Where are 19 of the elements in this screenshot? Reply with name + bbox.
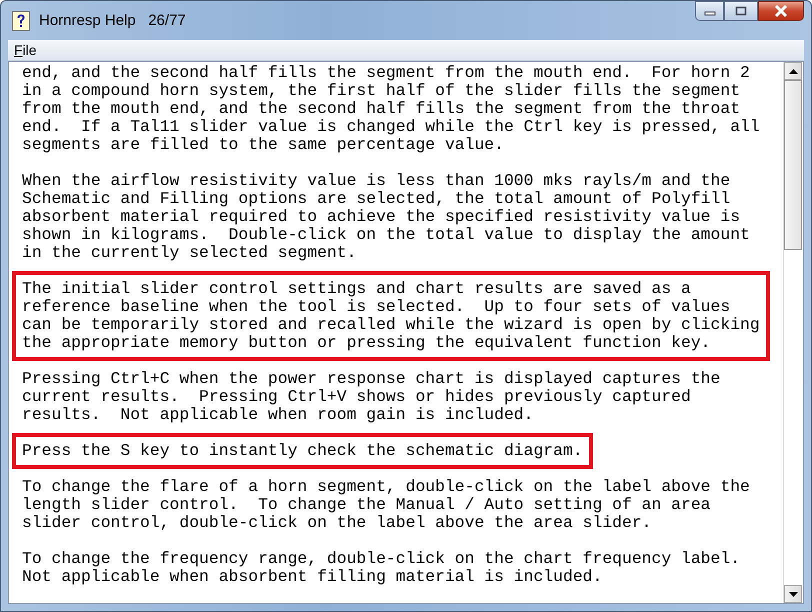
maximize-button[interactable]: [724, 1, 758, 21]
paragraph: To change the flare of a horn segment, double-click on the label above the length slider control. To change the Manual / Auto setting of an area slider control, double-click on the label above the area slider.: [21, 476, 751, 534]
highlighted-paragraph: The initial slider control settings and chart results are saved as a reference baseline when the tool is selected. Up to four sets of values can be temporarily stored and recalled while the wizard is open by clicking the appropriate memory button or pressing the equivalent function key.: [12, 271, 770, 361]
paragraph: When the airflow resistivity value is less than 1000 mks rayls/m and the Schematic and Filling options are selected, the total amount of Polyfill absorbent material required to achieve the specified resistivity value is shown in kilograms. Double-click on the total value to display the amount in the currently selected segment.: [21, 170, 751, 264]
highlighted-paragraph: Press the S key to instantly check the schematic diagram.: [12, 433, 593, 469]
paragraph: end, and the second half fills the segment from the mouth end. For horn 2 in a compound horn system, the first half of the slider fills the segment from the mouth end, and the second half fills the segment from the throat end. If a Tal11 slider value is changed while the Ctrl key is pressed, all segments are filled to the same percentage value.: [21, 62, 761, 156]
paragraph: Pressing Ctrl+C when the power response chart is displayed captures the current results. Pressing Ctrl+V shows or hides previously captured results. Not applicable when room gain is included.: [21, 368, 722, 426]
scroll-thumb[interactable]: [784, 80, 802, 250]
maximize-icon: [735, 6, 747, 16]
help-icon: [12, 10, 30, 30]
scroll-down-icon[interactable]: [788, 592, 798, 596]
close-button[interactable]: [758, 1, 804, 21]
scrollbar[interactable]: [783, 62, 802, 603]
window-title: Hornresp Help 26/77: [39, 12, 186, 29]
paragraph: To change the frequency range, double-click on the chart frequency label. Not applicable when absorbent filling material is included.: [21, 548, 742, 588]
menu-item[interactable]: File: [14, 42, 37, 58]
scroll-up-icon[interactable]: [788, 68, 798, 74]
minimize-button[interactable]: [695, 1, 724, 21]
close-icon: [774, 5, 788, 17]
